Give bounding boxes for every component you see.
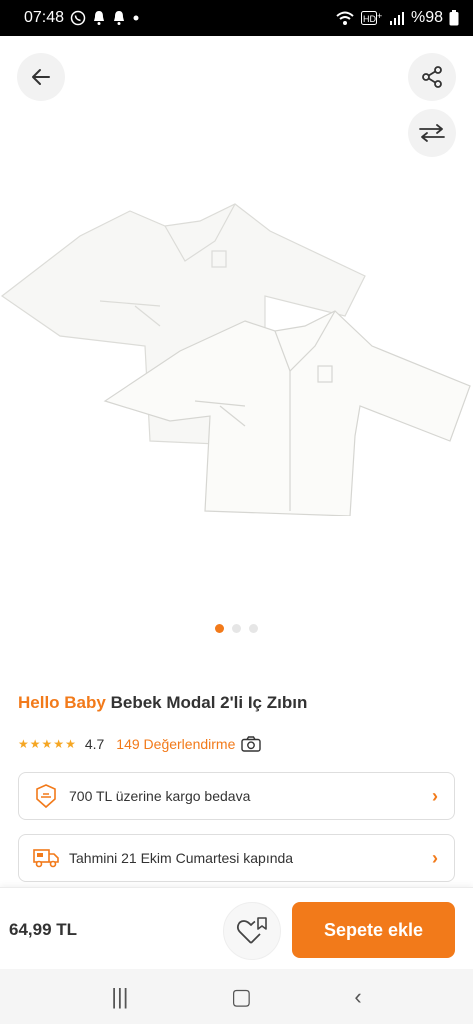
star-icon: ★ (41, 737, 53, 751)
compare-button[interactable] (408, 109, 456, 157)
star-icon: ★ (53, 737, 65, 751)
status-bar: 07:48 HD + %98 (0, 0, 473, 36)
star-icon: ★ (29, 737, 41, 751)
back-arrow-icon (32, 69, 50, 85)
product-image (0, 203, 471, 516)
chevron-right-icon: › (432, 785, 438, 806)
product-gallery[interactable] (0, 36, 473, 656)
star-icon: ★ (65, 737, 76, 751)
carousel-dot[interactable] (249, 624, 258, 633)
back-button[interactable] (17, 53, 65, 101)
product-name: Bebek Modal 2'li Iç Zıbın (110, 693, 308, 712)
home-icon[interactable]: ▢ (231, 984, 252, 1010)
compare-icon (419, 124, 445, 142)
system-nav-bar: ||| ▢ ‹ (0, 969, 473, 1024)
battery-percent: %98 (410, 9, 443, 26)
signal-icon (389, 12, 404, 25)
price: 64,99 TL (9, 920, 78, 939)
bell-icon (94, 11, 105, 25)
reviews-link[interactable]: 149 Değerlendirme (116, 736, 235, 752)
wifi-icon (336, 11, 354, 25)
hd-icon: HD + (360, 11, 382, 25)
battery-icon (449, 10, 459, 26)
delivery-estimate-card[interactable]: Tahmini 21 Ekim Cumartesi kapında › (18, 834, 455, 882)
free-shipping-card[interactable]: 700 TL üzerine kargo bedava › (18, 772, 455, 820)
camera-icon[interactable] (241, 736, 262, 752)
favorite-button[interactable] (223, 902, 281, 960)
rating-stars: ★ ★ ★ ★ ★ (18, 738, 76, 750)
share-icon (422, 66, 442, 88)
back-nav-icon[interactable]: ‹ (354, 984, 361, 1010)
bell-icon (114, 11, 125, 25)
carousel-indicator (0, 624, 473, 633)
svg-text:HD: HD (363, 14, 376, 24)
dot-icon (133, 15, 139, 21)
carousel-dot[interactable] (215, 624, 224, 633)
carousel-dot[interactable] (232, 624, 241, 633)
product-title: Hello Baby Bebek Modal 2'li Iç Zıbın (18, 693, 307, 713)
free-shipping-text: 700 TL üzerine kargo bedava (69, 788, 251, 804)
rating-row: ★ ★ ★ ★ ★ 4.7 149 Değerlendirme (18, 736, 262, 752)
bottom-action-bar: 64,99 TL Sepete ekle (0, 887, 473, 969)
status-time: 07:48 (24, 9, 65, 26)
svg-text:+: + (377, 11, 382, 21)
cargo-icon (33, 783, 59, 809)
add-to-cart-button[interactable]: Sepete ekle (292, 902, 455, 958)
star-icon: ★ (18, 737, 29, 751)
share-button[interactable] (408, 53, 456, 101)
brand-link[interactable]: Hello Baby (18, 693, 106, 712)
chevron-right-icon: › (432, 847, 438, 868)
delivery-estimate-text: Tahmini 21 Ekim Cumartesi kapında (69, 850, 294, 866)
heart-bookmark-icon (237, 917, 267, 944)
rating-value: 4.7 (84, 736, 105, 752)
recent-apps-icon[interactable]: ||| (111, 984, 128, 1010)
whatsapp-icon (70, 10, 86, 26)
delivery-truck-icon (33, 845, 59, 871)
